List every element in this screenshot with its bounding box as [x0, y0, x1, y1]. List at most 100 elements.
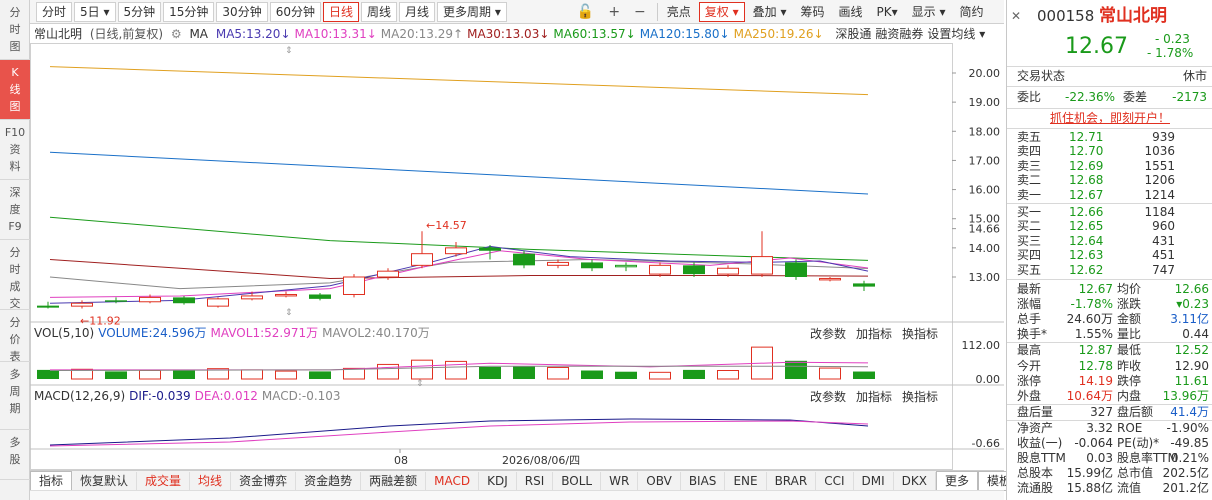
rail-tab-text: 期 — [9, 402, 21, 415]
rail-tab-6[interactable]: 多周期 — [0, 362, 30, 430]
indicator-tab-9[interactable]: RSI — [517, 471, 554, 490]
rail-tab-4[interactable]: 分时成交 — [0, 240, 30, 310]
stat-label: 股息TTM — [1017, 451, 1066, 466]
rail-tab-5[interactable]: 分价表 — [0, 310, 30, 363]
rail-tab-1[interactable]: K线图 — [0, 60, 30, 120]
indicator-tab-2[interactable]: 成交量 — [137, 471, 191, 490]
ma20-line — [49, 259, 869, 290]
ma-link-1[interactable]: 融资融券 — [875, 27, 923, 41]
candle-body — [785, 262, 807, 277]
open-account-link[interactable]: 抓住机会，即刻开户！ — [1050, 111, 1170, 125]
period-button-3[interactable]: 15分钟 — [163, 1, 215, 22]
rail-tab-text: 图 — [9, 40, 21, 53]
chart-scrollbar[interactable] — [30, 490, 1004, 500]
indicator-tab-17[interactable]: DMI — [854, 471, 894, 490]
period-button-1[interactable]: 5日 ▾ — [74, 1, 116, 22]
minus-icon[interactable]: − — [628, 2, 652, 22]
stat-value: 201.2亿 — [1162, 481, 1209, 496]
stat-label: 总市值 — [1117, 466, 1154, 481]
stat-row: 盘后量 327 盘后额 41.4万 — [1007, 405, 1212, 420]
kline-chart-area[interactable]: ⇕⇕⇕20.0019.0018.0017.0016.0015.0014.6614… — [30, 43, 1004, 470]
rail-tab-3[interactable]: 深度 F9 — [0, 180, 30, 240]
ma-link-2[interactable]: 设置均线 ▾ — [927, 27, 985, 41]
indicator-tab-3[interactable]: 均线 — [190, 471, 232, 490]
panel-button-2[interactable]: 换指标 — [902, 327, 938, 341]
tool-button-1[interactable]: 复权 ▾ — [698, 1, 745, 22]
indicator-tab-1[interactable]: 恢复默认 — [72, 471, 138, 490]
indicator-tab-10[interactable]: BOLL — [553, 471, 602, 490]
panel-button-0[interactable]: 改参数 — [810, 327, 846, 341]
close-icon[interactable]: ✕ — [1011, 4, 1021, 28]
stat-label: 盘后额 — [1117, 404, 1154, 419]
stat-label: 涨停 — [1017, 373, 1042, 388]
panel-button-0[interactable]: 改参数 — [810, 390, 846, 404]
period-button-8[interactable]: 月线 — [399, 1, 436, 22]
tool-button-6[interactable]: 显示 ▾ — [906, 2, 952, 22]
stat-row: 最高 12.87 最低 12.52 — [1007, 343, 1212, 358]
volume-bar — [785, 360, 807, 379]
stat-value: 0.44 — [1182, 327, 1209, 342]
divider — [1007, 203, 1212, 204]
lock-icon[interactable]: 🔓 — [571, 2, 600, 22]
stock-name: 常山北明 — [1099, 6, 1167, 26]
order-book-row: 买二 12.65 960 — [1007, 219, 1212, 233]
indicator-tab-15[interactable]: BRAR — [767, 471, 817, 490]
indicator-tab-12[interactable]: OBV — [638, 471, 681, 490]
tool-button-5[interactable]: PK▾ — [871, 2, 904, 22]
panel-button-1[interactable]: 加指标 — [856, 390, 892, 404]
rail-tab-2[interactable]: F10 资料 — [0, 120, 30, 180]
indicator-tab-6[interactable]: 两融差额 — [361, 471, 427, 490]
period-button-7[interactable]: 周线 — [361, 1, 398, 22]
period-button-6[interactable]: 日线 — [322, 1, 359, 22]
period-button-9[interactable]: 更多周期 ▾ — [437, 1, 507, 22]
indicator-tab-19[interactable]: 更多 — [936, 470, 979, 491]
indicator-tab-5[interactable]: 资金趋势 — [296, 471, 362, 490]
period-button-2[interactable]: 5分钟 — [117, 1, 162, 22]
rail-tab-0[interactable]: 分时图 — [0, 0, 30, 60]
resize-handle-icon[interactable]: ⇕ — [285, 46, 293, 56]
tool-button-2[interactable]: 叠加 ▾ — [747, 2, 793, 22]
indicator-tab-18[interactable]: DKX — [894, 471, 936, 490]
indicator-tab-0[interactable]: 指标 — [30, 470, 73, 491]
indicator-tab-4[interactable]: 资金博弈 — [231, 471, 297, 490]
tool-button-4[interactable]: 画线 — [833, 2, 869, 22]
indicator-tab-7[interactable]: MACD — [426, 471, 480, 490]
order-level-label: 买五 — [1017, 262, 1042, 277]
candle-body — [105, 300, 127, 302]
volume-name: VOL(5,10) — [34, 326, 95, 340]
candle-body — [547, 261, 569, 266]
volume-bar — [581, 370, 603, 379]
indicator-tab-11[interactable]: WR — [601, 471, 639, 490]
stat-value: 12.90 — [1174, 358, 1209, 373]
candle-body — [853, 283, 875, 287]
settings-gear-icon[interactable]: ⚙ — [171, 27, 182, 41]
stat-value: 327 — [1090, 404, 1113, 419]
price-tick-label: 18.00 — [969, 125, 1001, 138]
indicator-tab-13[interactable]: BIAS — [681, 471, 726, 490]
resize-handle-icon[interactable]: ⇕ — [416, 379, 424, 389]
order-price: 12.68 — [1069, 173, 1104, 188]
tool-button-7[interactable]: 简约 — [954, 2, 990, 22]
ma-link-0[interactable]: 深股通 — [835, 27, 871, 41]
panel-button-2[interactable]: 换指标 — [902, 390, 938, 404]
stat-label: 涨跌 — [1117, 297, 1142, 312]
period-button-5[interactable]: 60分钟 — [269, 1, 321, 22]
panel-button-1[interactable]: 加指标 — [856, 327, 892, 341]
order-book-row: 买一 12.66 1184 — [1007, 205, 1212, 219]
indicator-tab-16[interactable]: CCI — [816, 471, 854, 490]
stat-value: 3.32 — [1086, 420, 1113, 435]
period-button-4[interactable]: 30分钟 — [216, 1, 268, 22]
tool-button-0[interactable]: 亮点 — [661, 2, 697, 22]
tool-button-3[interactable]: 筹码 — [794, 2, 830, 22]
indicator-tab-8[interactable]: KDJ — [479, 471, 517, 490]
volume-bar — [411, 359, 433, 380]
rail-tab-text: F10 — [4, 126, 26, 139]
volume-bar — [853, 371, 875, 379]
indicator-tab-14[interactable]: ENE — [725, 471, 767, 490]
stat-label: 总手 — [1017, 312, 1042, 327]
resize-handle-icon[interactable]: ⇕ — [285, 308, 293, 318]
rail-tab-7[interactable]: 多股 — [0, 430, 30, 480]
rail-tab-text: 深 — [9, 186, 21, 199]
period-button-0[interactable]: 分时 — [36, 1, 73, 22]
plus-icon[interactable]: + — [602, 2, 626, 22]
